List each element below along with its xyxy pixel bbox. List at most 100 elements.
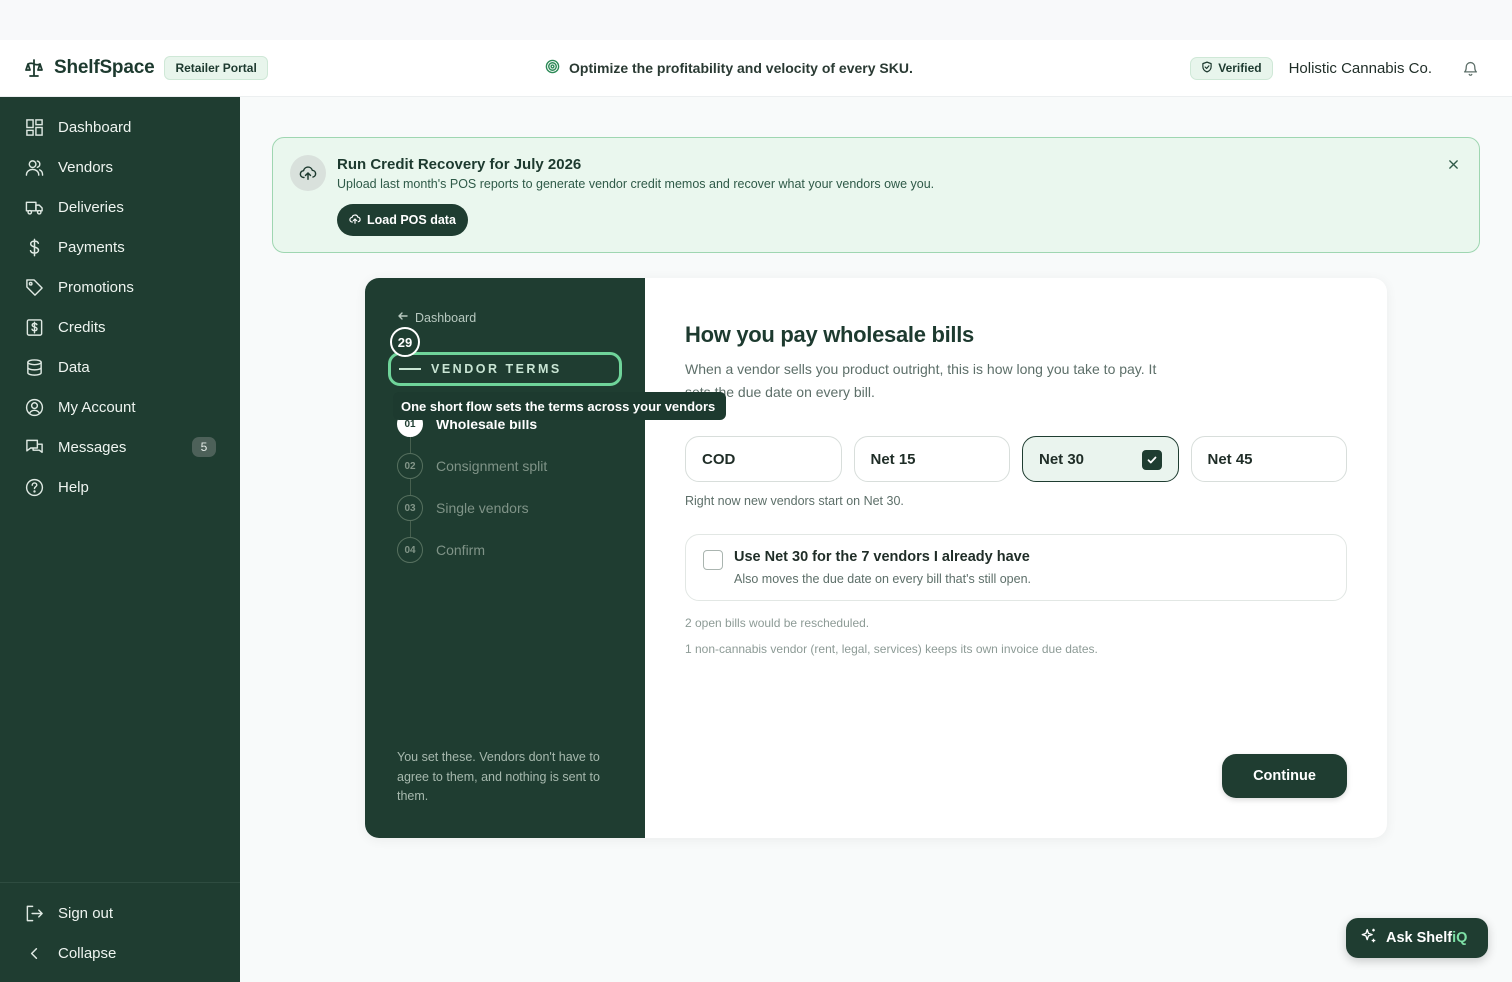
step-number: 02 [397,453,423,479]
sidebar-bottom: Sign out Collapse [0,882,240,973]
step-number: 03 [397,495,423,521]
tag-icon [24,277,44,297]
load-pos-data-label: Load POS data [367,213,456,227]
verified-badge: Verified [1190,56,1273,80]
sidebar-item-label: Dashboard [58,118,132,136]
option-net-15[interactable]: Net 15 [853,436,1010,482]
arrow-left-icon [397,310,409,325]
bell-icon[interactable] [1460,58,1480,78]
truck-icon [24,197,44,217]
sidebar-item-label: Deliveries [58,198,124,216]
sidebar-item-credits[interactable]: Credits [0,307,240,347]
sidebar-item-data[interactable]: Data [0,347,240,387]
tagline-text: Optimize the profitability and velocity … [569,60,913,76]
sidebar-item-label: Credits [58,318,106,336]
step-label: Single vendors [436,500,529,516]
sidebar-item-help[interactable]: Help [0,467,240,507]
vendor-terms-wizard: Dashboard 29 VENDOR TERMS 01 Wholesale b… [365,278,1387,838]
step-consignment-split[interactable]: 02 Consignment split [397,445,627,495]
section-label-text: VENDOR TERMS [431,362,562,376]
step-counter-badge: 29 [390,327,420,357]
sidebar-item-label: Payments [58,238,125,256]
load-pos-data-button[interactable]: Load POS data [337,204,468,236]
ask-shelfiq-button[interactable]: Ask ShelfiQ [1346,918,1488,958]
ask-label-main: Ask Shelf [1386,930,1453,946]
sidebar-item-label: Messages [58,438,127,456]
header-right: Verified Holistic Cannabis Co. [1190,40,1480,96]
dashboard-grid-icon [24,117,44,137]
top-strip [0,0,1512,40]
step-label: Confirm [436,542,486,558]
back-link-label: Dashboard [415,310,477,325]
sidebar-item-dashboard[interactable]: Dashboard [0,107,240,147]
receipt-dollar-icon [24,317,44,337]
database-icon [24,357,44,377]
page-title: How you pay wholesale bills [685,322,974,347]
sidebar-item-payments[interactable]: Payments [0,227,240,267]
wizard-note: You set these. Vendors don't have to agr… [397,750,600,803]
step-number: 04 [397,537,423,563]
brand-name: ShelfSpace [54,57,155,78]
banner-text: Upload last month's POS reports to gener… [337,177,935,191]
sign-out-button[interactable]: Sign out [0,893,240,933]
tagline: Optimize the profitability and velocity … [545,40,913,96]
back-to-dashboard-link[interactable]: Dashboard [397,310,476,325]
current-terms-note: Right now new vendors start on Net 30. [685,494,904,508]
sidebar-item-vendors[interactable]: Vendors [0,147,240,187]
apply-existing-vendors-option[interactable]: Use Net 30 for the 7 vendors I already h… [685,534,1347,601]
credit-recovery-banner: Run Credit Recovery for July 2026 Upload… [272,137,1480,253]
app-header: ShelfSpace Retailer Portal Optimize the … [0,40,1512,97]
flow-tooltip: One short flow sets the terms across you… [393,392,727,420]
page-subtitle: When a vendor sells you product outright… [685,361,1157,400]
sidebar-item-label: My Account [58,398,136,416]
apply-existing-title: Use Net 30 for the 7 vendors I already h… [734,549,1030,565]
sign-out-label: Sign out [58,904,114,922]
option-label: COD [702,450,736,468]
collapse-label: Collapse [58,944,117,962]
continue-button[interactable]: Continue [1222,754,1347,798]
brand[interactable]: ShelfSpace Retailer Portal [24,40,268,96]
company-name[interactable]: Holistic Cannabis Co. [1289,60,1432,77]
option-label: Net 15 [870,450,916,468]
apply-existing-description: Also moves the due date on every bill th… [734,572,1031,586]
rescheduled-note: 2 open bills would be rescheduled. [685,616,870,630]
portal-badge: Retailer Portal [164,56,268,80]
user-circle-icon [24,397,44,417]
step-single-vendors[interactable]: 03 Single vendors [397,487,627,537]
option-label: Net 45 [1207,450,1253,468]
option-cod[interactable]: COD [685,436,842,482]
sidebar-nav: Dashboard Vendors Deliveries Payments Pr… [0,107,240,507]
ask-label-accent: iQ [1452,930,1468,946]
apply-existing-checkbox[interactable] [703,550,723,570]
option-label: Net 30 [1039,450,1085,468]
dollar-icon [24,237,44,257]
step-confirm[interactable]: 04 Confirm [397,529,627,571]
payment-terms-options: COD Net 15 Net 30 Net 45 [685,436,1347,482]
sidebar-item-my-account[interactable]: My Account [0,387,240,427]
cloud-upload-icon [290,155,326,191]
wizard-sidebar: Dashboard 29 VENDOR TERMS 01 Wholesale b… [365,278,727,838]
ask-shelfiq-label: Ask ShelfiQ [1386,930,1467,946]
option-net-30[interactable]: Net 30 [1022,436,1179,482]
sidebar-item-promotions[interactable]: Promotions [0,267,240,307]
sidebar-item-label: Help [58,478,89,496]
chat-icon [24,437,44,457]
sign-out-icon [24,903,44,923]
non-cannabis-note: 1 non-cannabis vendor (rent, legal, serv… [685,642,1098,656]
messages-count-badge: 5 [192,437,216,457]
option-net-45[interactable]: Net 45 [1190,436,1347,482]
section-label: VENDOR TERMS [388,352,622,386]
target-icon [545,59,560,77]
collapse-button[interactable]: Collapse [0,933,240,973]
cloud-upload-icon [349,213,361,228]
sidebar-item-messages[interactable]: Messages 5 [0,427,240,467]
sidebar-item-label: Promotions [58,278,134,296]
close-icon[interactable] [1445,156,1461,172]
checkmark-icon [1141,450,1162,470]
chevron-left-icon [24,943,44,963]
step-label: Consignment split [436,458,548,474]
wizard-steps: 01 Wholesale bills 02 Consignment split … [397,403,627,571]
sidebar-item-deliveries[interactable]: Deliveries [0,187,240,227]
help-circle-icon [24,477,44,497]
sidebar: Dashboard Vendors Deliveries Payments Pr… [0,97,240,982]
